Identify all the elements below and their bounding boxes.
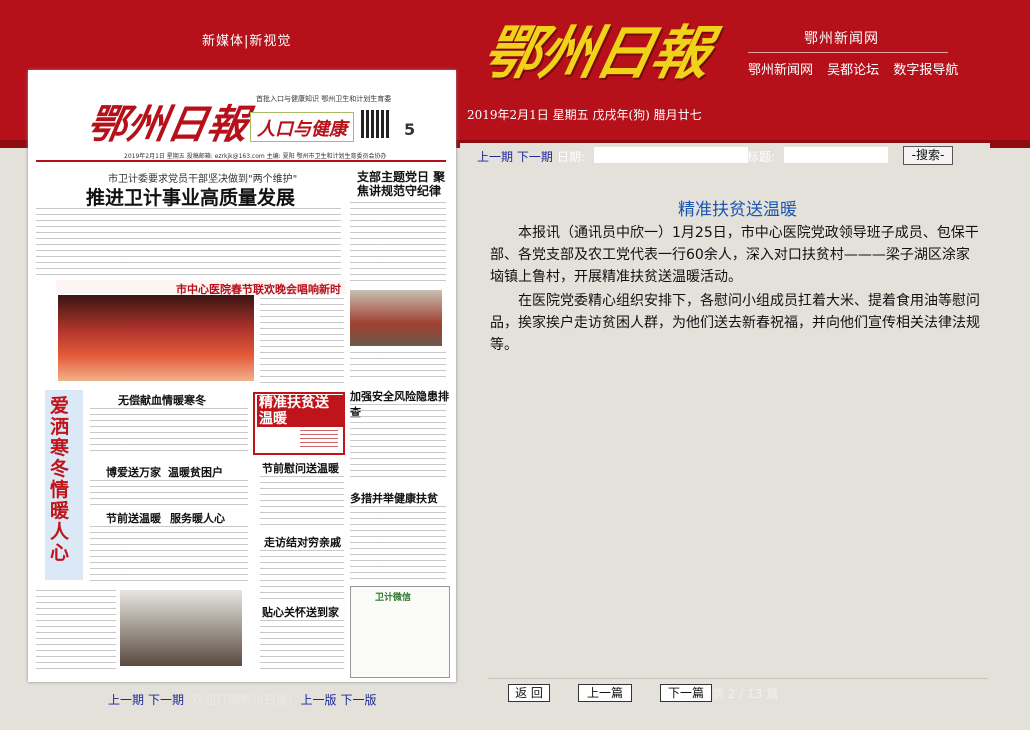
- gala-body-text[interactable]: [260, 298, 344, 384]
- promo-label: 卫计微信: [375, 593, 412, 603]
- paper-masthead: 鄂州日報: [83, 101, 252, 148]
- section-bar[interactable]: 市中心医院春节联欢晚会唱响新时代: [56, 280, 346, 312]
- highlighted-article-body: [300, 430, 338, 450]
- gala-photo[interactable]: [58, 295, 254, 381]
- prev-article-button[interactable]: 上一篇: [578, 684, 632, 702]
- body-safety[interactable]: [350, 404, 446, 478]
- header-rule: [748, 52, 948, 53]
- paper-banner: 人口与健康: [250, 112, 354, 142]
- article-paragraph-2: 在医院党委精心组织安排下，各慰问小组成员扛着大米、提着食用油等慰问品，挨家挨户走…: [490, 293, 980, 353]
- headline-visit-relatives[interactable]: 走访结对穷亲戚: [264, 534, 341, 550]
- body-bottom-left[interactable]: [36, 590, 116, 672]
- header-slogan: 新媒体|新视觉: [202, 34, 292, 49]
- paper-page-number: 5: [404, 120, 416, 139]
- headline-festival-visit[interactable]: 节前慰问送温暖: [262, 460, 339, 476]
- article-title: 精准扶贫送温暖: [678, 200, 797, 220]
- lead-body-text[interactable]: [36, 208, 341, 276]
- prev-page-link[interactable]: 上一版: [301, 693, 337, 707]
- body-blood-donation[interactable]: [90, 408, 248, 456]
- site-name-link[interactable]: 鄂州新闻网: [804, 28, 879, 48]
- body-pre-festival[interactable]: [90, 526, 248, 584]
- article-page-info: 第 2 / 13 篇: [712, 687, 779, 701]
- visit-photo[interactable]: [120, 590, 242, 666]
- next-page-link[interactable]: 下一版: [341, 693, 377, 707]
- highlighted-article-title: 精准扶贫送温暖: [257, 395, 343, 427]
- article-paragraph-1: 本报讯（通讯员中欣一）1月25日，市中心医院党政领导班子成员、包保干部、各党支部…: [490, 225, 979, 285]
- wechat-promo[interactable]: 卫计微信: [350, 586, 450, 678]
- link-digital-nav[interactable]: 数字报导航: [893, 63, 958, 78]
- qr-code-icon: [361, 110, 389, 138]
- paper-banner-text: 人口与健康: [257, 119, 347, 140]
- next-article-button[interactable]: 下一篇: [660, 684, 712, 702]
- headline-health-poverty[interactable]: 多措并举健康扶贫: [350, 490, 438, 506]
- highlighted-article-box[interactable]: 精准扶贫送温暖: [253, 392, 345, 455]
- date-label: 日期:: [557, 150, 586, 164]
- headline-service[interactable]: 服务暖人心: [170, 510, 225, 526]
- back-button[interactable]: 返 回: [508, 684, 550, 702]
- headline-care-home[interactable]: 贴心关怀送到家: [262, 604, 339, 620]
- body-health-poverty[interactable]: [350, 506, 446, 580]
- headline-love-to-homes[interactable]: 博爱送万家: [106, 464, 161, 480]
- search-button[interactable]: -搜索-: [903, 146, 953, 165]
- paper-rule: [36, 160, 446, 162]
- title-label: 标题:: [747, 150, 776, 164]
- newspaper-page[interactable]: 鄂州日報 首批入口与健康知识 鄂州卫生和计划生育委 人口与健康 5 2019年2…: [28, 70, 456, 682]
- date-input[interactable]: [594, 147, 748, 163]
- headline-blood-donation[interactable]: 无偿献血情暖寒冬: [118, 392, 206, 408]
- link-forum[interactable]: 吴都论坛: [827, 63, 879, 78]
- paper-info-line: 2019年2月1日 星期五 投稿邮箱: ezrkjk@163.com 主编: 夏…: [124, 153, 387, 160]
- body-festival-visit[interactable]: [260, 476, 344, 526]
- headline-pre-festival[interactable]: 节前送温暖: [106, 510, 161, 526]
- body-care-home[interactable]: [260, 620, 344, 674]
- search-issue-nav: 上一期 下一期: [477, 148, 553, 165]
- search-next-issue[interactable]: 下一期: [517, 150, 553, 164]
- newspaper-logo[interactable]: 鄂州日報: [477, 6, 715, 92]
- logo-text: 鄂州日報: [476, 19, 716, 87]
- side-headline[interactable]: 支部主题党日 聚焦讲规范守纪律: [357, 170, 447, 198]
- next-issue-link[interactable]: 下一期: [148, 693, 184, 707]
- paper-pager: 上一期 下一期 欢迎订阅鄂州日报! 上一版 下一版: [108, 691, 381, 708]
- body-love-to-homes[interactable]: [90, 480, 248, 506]
- search-prev-issue[interactable]: 上一期: [477, 150, 513, 164]
- issue-date: 2019年2月1日 星期五 戊戌年(狗) 腊月廿七: [467, 108, 702, 122]
- welcome-text: 欢迎订阅鄂州日报!: [191, 693, 293, 707]
- prev-issue-link[interactable]: 上一期: [108, 693, 144, 707]
- headline-warm-poor[interactable]: 温暖贫困户: [168, 464, 223, 480]
- title-input[interactable]: [784, 147, 888, 163]
- link-news-site[interactable]: 鄂州新闻网: [748, 63, 813, 78]
- lead-headline[interactable]: 推进卫计事业高质量发展: [86, 183, 295, 210]
- body-visit-relatives[interactable]: [260, 550, 344, 600]
- vertical-slogan: 爱洒寒冬 情暖人心: [50, 395, 70, 564]
- paper-note: 首批入口与健康知识 鄂州卫生和计划生育委: [256, 95, 392, 103]
- top-links: 鄂州新闻网 吴都论坛 数字报导航: [748, 59, 968, 78]
- side-body-text[interactable]: [350, 202, 446, 286]
- dance-caption: [350, 352, 446, 378]
- dance-photo[interactable]: [350, 290, 442, 346]
